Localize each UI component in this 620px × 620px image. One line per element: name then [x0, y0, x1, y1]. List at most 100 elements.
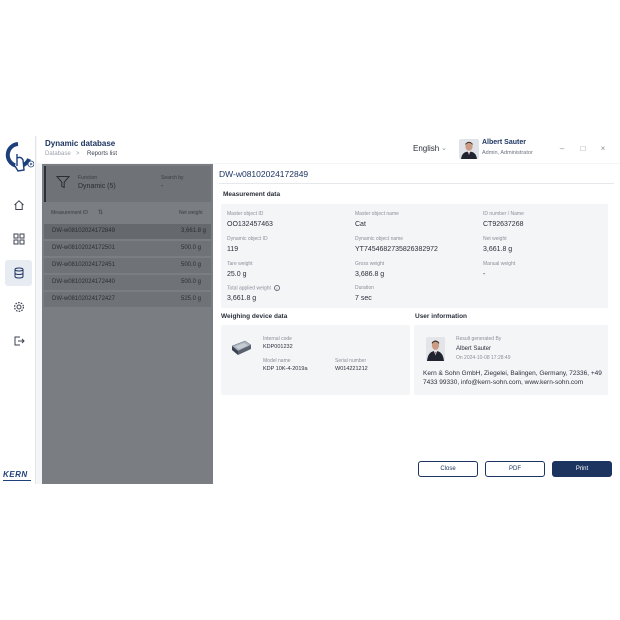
filter-bar[interactable]: Function Dynamic (5) Search by - [44, 166, 211, 202]
search-by-value[interactable]: - [161, 183, 163, 190]
sidebar-item-home[interactable] [5, 192, 32, 218]
close-icon: × [600, 143, 606, 153]
table-row[interactable]: DW-w08102024172501 500.0 g [44, 241, 211, 256]
model-name-label: Model name [263, 358, 291, 364]
minimize-button[interactable]: – [557, 143, 567, 153]
filter-icon [56, 176, 70, 189]
function-label: Function [78, 175, 98, 181]
field-label-total-applied-weight: Total applied weight i [227, 285, 280, 291]
search-by-label: Search by [161, 175, 184, 181]
field-label: Duration [355, 285, 374, 291]
language-select[interactable]: English [413, 144, 439, 153]
page-title: Dynamic database [45, 139, 116, 148]
row-measurement-id: DW-w08102024172440 [52, 279, 115, 285]
row-net-weight: 500.0 g [181, 262, 202, 268]
field-value: 3,686.8 g [355, 271, 385, 278]
sidebar-item-database[interactable] [5, 260, 32, 286]
table-header: Measurement ID ⇅ Net weight [42, 208, 213, 222]
field-label: Manual weight [483, 261, 516, 267]
field-value: 7 sec [355, 295, 372, 302]
sidebar-item-dashboard[interactable] [5, 226, 32, 252]
breadcrumb-separator: > [76, 151, 80, 157]
chevron-down-icon: ⌄ [441, 145, 447, 152]
maximize-button[interactable]: □ [578, 143, 588, 153]
field-value: Cat [355, 221, 366, 228]
field-label: Dynamic object name [355, 236, 404, 242]
table-row[interactable]: DW-w08102024172427 525.0 g [44, 292, 211, 307]
app-window: KERN Dynamic database Database > Reports… [0, 136, 620, 484]
model-name-value: KDP 10K-4-2019a [263, 366, 308, 372]
brand-wordmark: KERN [3, 470, 28, 479]
table-row[interactable]: DW-w08102024172451 500.0 g [44, 258, 211, 273]
serial-number-label: Serial number [335, 358, 367, 364]
home-icon [13, 200, 24, 210]
field-label: Master object ID [227, 211, 264, 217]
avatar [426, 337, 445, 361]
print-button[interactable]: Print [552, 461, 612, 477]
close-window-button[interactable]: × [598, 143, 608, 153]
field-value: 119 [227, 246, 239, 253]
sidebar-item-logout[interactable] [5, 328, 32, 354]
minimize-icon: – [559, 143, 565, 153]
field-label: Master object name [355, 211, 399, 217]
measurement-data-card: Master object ID OO132457463 Master obje… [221, 204, 608, 308]
sort-icon[interactable]: ⇅ [98, 209, 103, 216]
report-detail-panel: DW-w08102024172849 Measurement data Mast… [213, 164, 620, 484]
row-measurement-id: DW-w08102024172501 [52, 245, 115, 251]
field-label: Tare weight [227, 261, 253, 267]
generated-by-name: Albert Sauter [456, 346, 492, 352]
field-label: Gross weight [355, 261, 385, 267]
weighing-device-heading: Weighing device data [221, 313, 288, 320]
serial-number-value: W014221212 [335, 366, 368, 372]
sidebar-item-settings[interactable] [5, 294, 32, 320]
row-net-weight: 500.0 g [181, 245, 202, 251]
breadcrumb-database[interactable]: Database [45, 151, 71, 157]
table-row[interactable]: DW-w08102024172440 500.0 g [44, 275, 211, 290]
logout-icon [14, 336, 25, 346]
internal-code-value: KDP001232 [263, 344, 293, 350]
sidebar: KERN [0, 136, 36, 484]
result-generated-label: Result generated By [456, 336, 502, 342]
field-label: Net weight [483, 236, 507, 242]
field-label-text: Total applied weight [227, 285, 271, 292]
internal-code-label: Internal code [263, 336, 292, 342]
column-header-net-weight[interactable]: Net weight [179, 210, 203, 216]
pdf-button[interactable]: PDF [485, 461, 545, 477]
brand-underline [3, 480, 31, 481]
field-value: 3,661.8 g [483, 246, 513, 253]
row-net-weight: 3,661.8 g [181, 228, 207, 234]
info-icon[interactable]: i [273, 285, 280, 291]
report-title: DW-w08102024172849 [219, 169, 309, 179]
user-name: Albert Sauter [482, 139, 526, 146]
row-measurement-id: DW-w08102024172849 [52, 228, 115, 234]
grid-icon [13, 233, 24, 245]
user-information-heading: User information [415, 313, 468, 320]
maximize-icon: □ [580, 143, 586, 153]
kern-logo-icon [4, 140, 35, 178]
function-value[interactable]: Dynamic (5) [78, 183, 116, 190]
field-value: YT7454682735826382972 [355, 246, 438, 253]
weighing-device-card: Internal code KDP001232 Model name KDP 1… [221, 325, 410, 395]
close-button[interactable]: Close [418, 461, 478, 477]
generated-date: On 2024-10-08 17:28:49 [456, 355, 511, 361]
field-value: 3,661.8 g [227, 295, 257, 302]
avatar[interactable] [459, 139, 479, 159]
table-row[interactable]: DW-w08102024172849 3,661.8 g [44, 224, 211, 239]
column-header-measurement-id[interactable]: Measurement ID [51, 210, 88, 216]
measurement-data-heading: Measurement data [223, 191, 281, 198]
field-value: OO132457463 [227, 221, 273, 228]
gear-icon [13, 301, 24, 313]
company-address: Kern & Sohn GmbH, Ziegelei, Balingen, Ge… [423, 370, 602, 386]
scale-device-icon [231, 340, 252, 355]
row-measurement-id: DW-w08102024172451 [52, 262, 115, 268]
user-role: Admin, Administrator [482, 150, 533, 156]
field-label: Dynamic object ID [227, 236, 268, 242]
row-measurement-id: DW-w08102024172427 [52, 296, 115, 302]
row-net-weight: 500.0 g [181, 279, 202, 285]
field-value: CT92637268 [483, 221, 524, 228]
field-label: ID number / Name [483, 211, 524, 217]
field-value: 25.0 g [227, 271, 247, 278]
top-bar: Dynamic database Database > Reports list… [37, 136, 620, 163]
breadcrumb-reports-list: Reports list [87, 151, 118, 157]
database-icon [14, 267, 23, 279]
